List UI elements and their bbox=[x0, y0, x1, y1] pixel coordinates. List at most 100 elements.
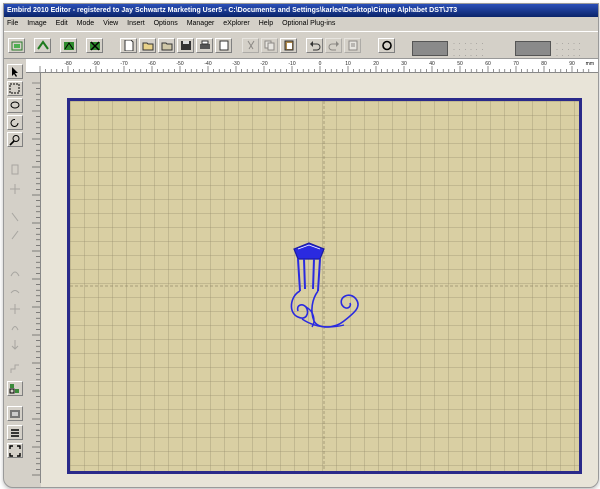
paste-icon bbox=[284, 40, 294, 51]
menu-manager[interactable]: Manager bbox=[184, 18, 219, 30]
open-button[interactable] bbox=[139, 38, 156, 53]
color-stitch-button[interactable] bbox=[60, 38, 77, 53]
embroidery-design-letter-l[interactable] bbox=[284, 241, 364, 341]
line-icon bbox=[11, 230, 19, 240]
left-toolbar bbox=[4, 59, 26, 487]
top-ruler-ticks: -80 -90 -70 -60 -50 -40 -30 -20 -10 0 10 20 30 40 50 60… bbox=[39, 61, 594, 72]
page-tool[interactable] bbox=[7, 162, 23, 177]
fit-tool[interactable] bbox=[7, 443, 23, 458]
preview-button[interactable] bbox=[215, 38, 232, 53]
save-button[interactable] bbox=[177, 38, 194, 53]
menu-file[interactable]: File bbox=[4, 18, 22, 30]
fill-icon bbox=[10, 290, 20, 294]
grid-tool[interactable] bbox=[7, 381, 23, 396]
top-ruler: -80 -90 -70 -60 -50 -40 -30 -20 -10 0 10 20 30 40 50 60… bbox=[26, 59, 598, 73]
paste-button[interactable] bbox=[280, 38, 297, 53]
ruler-label: -40 bbox=[204, 61, 211, 67]
ruler-label: 0 bbox=[319, 61, 322, 67]
anchor-tool[interactable] bbox=[7, 337, 23, 352]
properties-button[interactable] bbox=[344, 38, 361, 53]
ruler-label: -90 bbox=[92, 61, 99, 67]
step-tool[interactable] bbox=[7, 361, 23, 376]
ruler-label: 80 bbox=[541, 61, 547, 67]
main-toolbar: · · · · · · · · · · · · · · · · · · · · · … bbox=[4, 31, 598, 59]
hoop-icon bbox=[11, 41, 23, 51]
align-tool[interactable] bbox=[7, 425, 23, 440]
print-button[interactable] bbox=[196, 38, 213, 53]
align-icon bbox=[11, 429, 19, 437]
menu-options[interactable]: Options bbox=[151, 18, 182, 30]
fill-tool[interactable] bbox=[7, 283, 23, 298]
node-tool[interactable] bbox=[7, 209, 23, 224]
redo-icon bbox=[328, 41, 339, 51]
title-bar: Embird 2010 Editor - registered to Jay S… bbox=[4, 4, 598, 17]
arc-icon bbox=[11, 326, 19, 331]
move-tool[interactable] bbox=[7, 181, 23, 196]
point-tool[interactable] bbox=[7, 301, 23, 316]
background-color-box[interactable] bbox=[515, 41, 551, 56]
hoop-button[interactable] bbox=[8, 38, 25, 53]
ruler-label: -70 bbox=[120, 61, 127, 67]
ruler-label: 50 bbox=[457, 61, 463, 67]
zoom-tool[interactable] bbox=[7, 132, 23, 147]
rotate-icon bbox=[10, 118, 19, 127]
thread-color-box[interactable] bbox=[412, 41, 448, 56]
ruler-label: -80 bbox=[64, 61, 71, 67]
menu-mode[interactable]: Mode bbox=[74, 18, 99, 30]
arrow-tool[interactable] bbox=[7, 64, 23, 79]
delete-stitch-icon bbox=[90, 41, 100, 51]
ruler-label: 10 bbox=[345, 61, 351, 67]
lasso-icon bbox=[10, 101, 20, 109]
embroidery-hoop[interactable] bbox=[67, 98, 582, 474]
menu-edit[interactable]: Edit bbox=[53, 18, 72, 30]
center-tool[interactable] bbox=[7, 406, 23, 421]
copy-button[interactable] bbox=[261, 38, 278, 53]
stitch-icon bbox=[37, 40, 49, 50]
ruler-label: 60 bbox=[485, 61, 491, 67]
window-title: Embird 2010 Editor - registered to Jay S… bbox=[7, 7, 458, 14]
menu-view[interactable]: View bbox=[100, 18, 122, 30]
arc-tool[interactable] bbox=[7, 319, 23, 334]
lasso-tool[interactable] bbox=[7, 98, 23, 113]
cut-button[interactable] bbox=[242, 38, 259, 53]
open-folder-button[interactable] bbox=[158, 38, 175, 53]
new-icon bbox=[124, 40, 134, 51]
anchor-icon bbox=[11, 340, 19, 350]
redo-button[interactable] bbox=[325, 38, 342, 53]
ruler-label: -20 bbox=[260, 61, 267, 67]
ruler-label: 20 bbox=[373, 61, 379, 67]
menu-image[interactable]: Image bbox=[24, 18, 50, 30]
ruler-label: -30 bbox=[232, 61, 239, 67]
node-icon bbox=[11, 212, 19, 222]
palette-dots[interactable]: · · · · · · · · · · · · · · · · · · bbox=[453, 41, 484, 59]
curve-tool[interactable] bbox=[7, 265, 23, 280]
ruler-label: -10 bbox=[288, 61, 295, 67]
color-stitch-icon bbox=[64, 42, 74, 50]
open-icon bbox=[142, 42, 154, 51]
delete-stitch-button[interactable] bbox=[86, 38, 103, 53]
ruler-label: -50 bbox=[176, 61, 183, 67]
ruler-label: 90 bbox=[569, 61, 575, 67]
move-icon bbox=[10, 184, 20, 194]
folder-icon bbox=[161, 42, 173, 51]
select-tool[interactable] bbox=[7, 81, 23, 96]
left-ruler bbox=[26, 73, 41, 483]
undo-button[interactable] bbox=[306, 38, 323, 53]
undo-icon bbox=[310, 41, 321, 51]
rotate-tool[interactable] bbox=[7, 115, 23, 130]
app-window: Embird 2010 Editor - registered to Jay S… bbox=[3, 3, 599, 488]
menu-bar: File Image Edit Mode View Insert Options… bbox=[4, 18, 598, 30]
point-icon bbox=[10, 304, 20, 314]
arrow-icon bbox=[12, 67, 18, 77]
menu-optional-plugins[interactable]: Optional Plug-ins bbox=[279, 18, 339, 30]
line-tool[interactable] bbox=[7, 227, 23, 242]
new-button[interactable] bbox=[120, 38, 137, 53]
menu-help[interactable]: Help bbox=[256, 18, 277, 30]
design-workspace[interactable] bbox=[41, 73, 598, 487]
menu-explorer[interactable]: eXplorer bbox=[220, 18, 253, 30]
menu-insert[interactable]: Insert bbox=[124, 18, 149, 30]
palette-dots-2[interactable]: · · · · · · · · · · · · · · · bbox=[556, 41, 582, 59]
stitch-button[interactable] bbox=[34, 38, 51, 53]
ruler-unit: mm bbox=[586, 61, 594, 67]
hoop-view-button[interactable] bbox=[378, 38, 395, 53]
